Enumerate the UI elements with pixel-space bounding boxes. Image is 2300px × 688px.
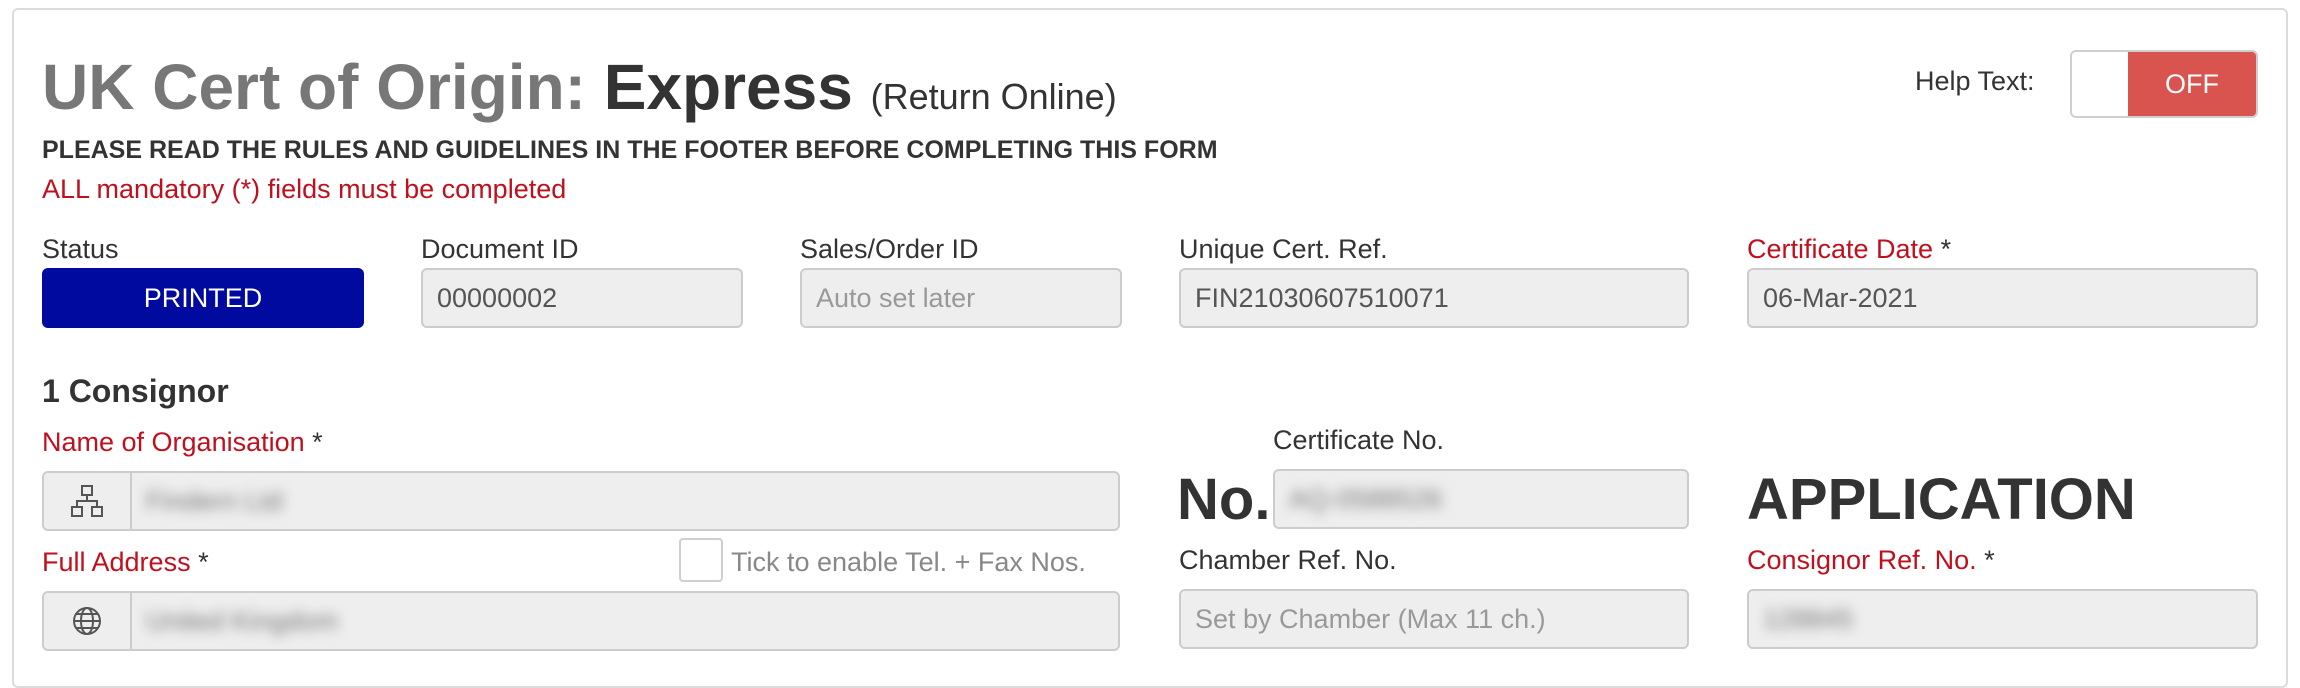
- rules-notice: PLEASE READ THE RULES AND GUIDELINES IN …: [42, 136, 1218, 164]
- page-title: UK Cert of Origin: Express (Return Onlin…: [42, 50, 1117, 124]
- title-suffix: (Return Online): [870, 76, 1117, 117]
- certificate-no-value: AQ-0588526: [1289, 483, 1443, 514]
- status-label: Status: [42, 234, 119, 264]
- toggle-off-label: OFF: [2128, 52, 2256, 116]
- organisation-value: Findern Ltd: [146, 485, 283, 516]
- consignor-ref-label: Consignor Ref. No. *: [1747, 545, 1995, 576]
- chamber-ref-placeholder: Set by Chamber (Max 11 ch.): [1195, 603, 1546, 634]
- document-id-field[interactable]: 00000002: [421, 268, 743, 328]
- consignor-ref-label-text: Consignor Ref. No.: [1747, 545, 1977, 575]
- address-value: United Kingdom: [146, 605, 339, 636]
- globe-icon: [44, 593, 132, 649]
- address-label: Full Address *: [42, 547, 209, 578]
- required-mark: *: [312, 427, 323, 457]
- consignor-section-title: 1 Consignor: [42, 373, 229, 409]
- certificate-no-label: Certificate No.: [1273, 425, 1445, 455]
- sales-order-id-label: Sales/Order ID: [800, 234, 979, 264]
- address-field[interactable]: United Kingdom: [42, 591, 1120, 651]
- application-heading: APPLICATION: [1747, 467, 2136, 532]
- consignor-ref-field[interactable]: 128845: [1747, 589, 2258, 649]
- unique-cert-ref-label: Unique Cert. Ref.: [1179, 234, 1388, 264]
- address-label-text: Full Address: [42, 547, 191, 577]
- organisation-label-text: Name of Organisation: [42, 427, 305, 457]
- certificate-date-label: Certificate Date *: [1747, 234, 1951, 265]
- no-heading: No.: [1177, 467, 1271, 532]
- certificate-date-label-text: Certificate Date: [1747, 234, 1934, 264]
- organisation-icon: [44, 473, 132, 529]
- required-mark: *: [1940, 234, 1952, 264]
- certificate-date-value: 06-Mar-2021: [1763, 282, 1918, 313]
- help-text-label: Help Text:: [1915, 66, 2035, 96]
- help-text-toggle[interactable]: OFF: [2070, 50, 2258, 118]
- organisation-field[interactable]: Findern Ltd: [42, 471, 1120, 531]
- title-strong: Express: [603, 51, 853, 123]
- required-mark: *: [198, 547, 209, 577]
- required-mark: *: [1984, 545, 1995, 575]
- title-prefix: UK Cert of Origin:: [42, 51, 604, 123]
- consignor-ref-value: 128845: [1763, 603, 1854, 634]
- certificate-no-field[interactable]: AQ-0588526: [1273, 469, 1689, 529]
- chamber-ref-label: Chamber Ref. No.: [1179, 545, 1397, 575]
- document-id-label: Document ID: [421, 234, 579, 264]
- document-id-value: 00000002: [437, 282, 558, 313]
- tel-fax-checkbox-label: Tick to enable Tel. + Fax Nos.: [731, 547, 1086, 577]
- chamber-ref-field[interactable]: Set by Chamber (Max 11 ch.): [1179, 589, 1689, 649]
- unique-cert-ref-field[interactable]: FIN21030607510071: [1179, 268, 1689, 328]
- sales-order-id-field[interactable]: Auto set later: [800, 268, 1122, 328]
- status-button[interactable]: PRINTED: [42, 268, 364, 328]
- sales-order-id-placeholder: Auto set later: [816, 282, 976, 313]
- tel-fax-checkbox[interactable]: [679, 538, 723, 582]
- certificate-date-field[interactable]: 06-Mar-2021: [1747, 268, 2258, 328]
- organisation-label: Name of Organisation *: [42, 427, 323, 458]
- mandatory-notice: ALL mandatory (*) fields must be complet…: [42, 174, 567, 204]
- toggle-on-side: [2072, 52, 2128, 116]
- unique-cert-ref-value: FIN21030607510071: [1195, 282, 1449, 313]
